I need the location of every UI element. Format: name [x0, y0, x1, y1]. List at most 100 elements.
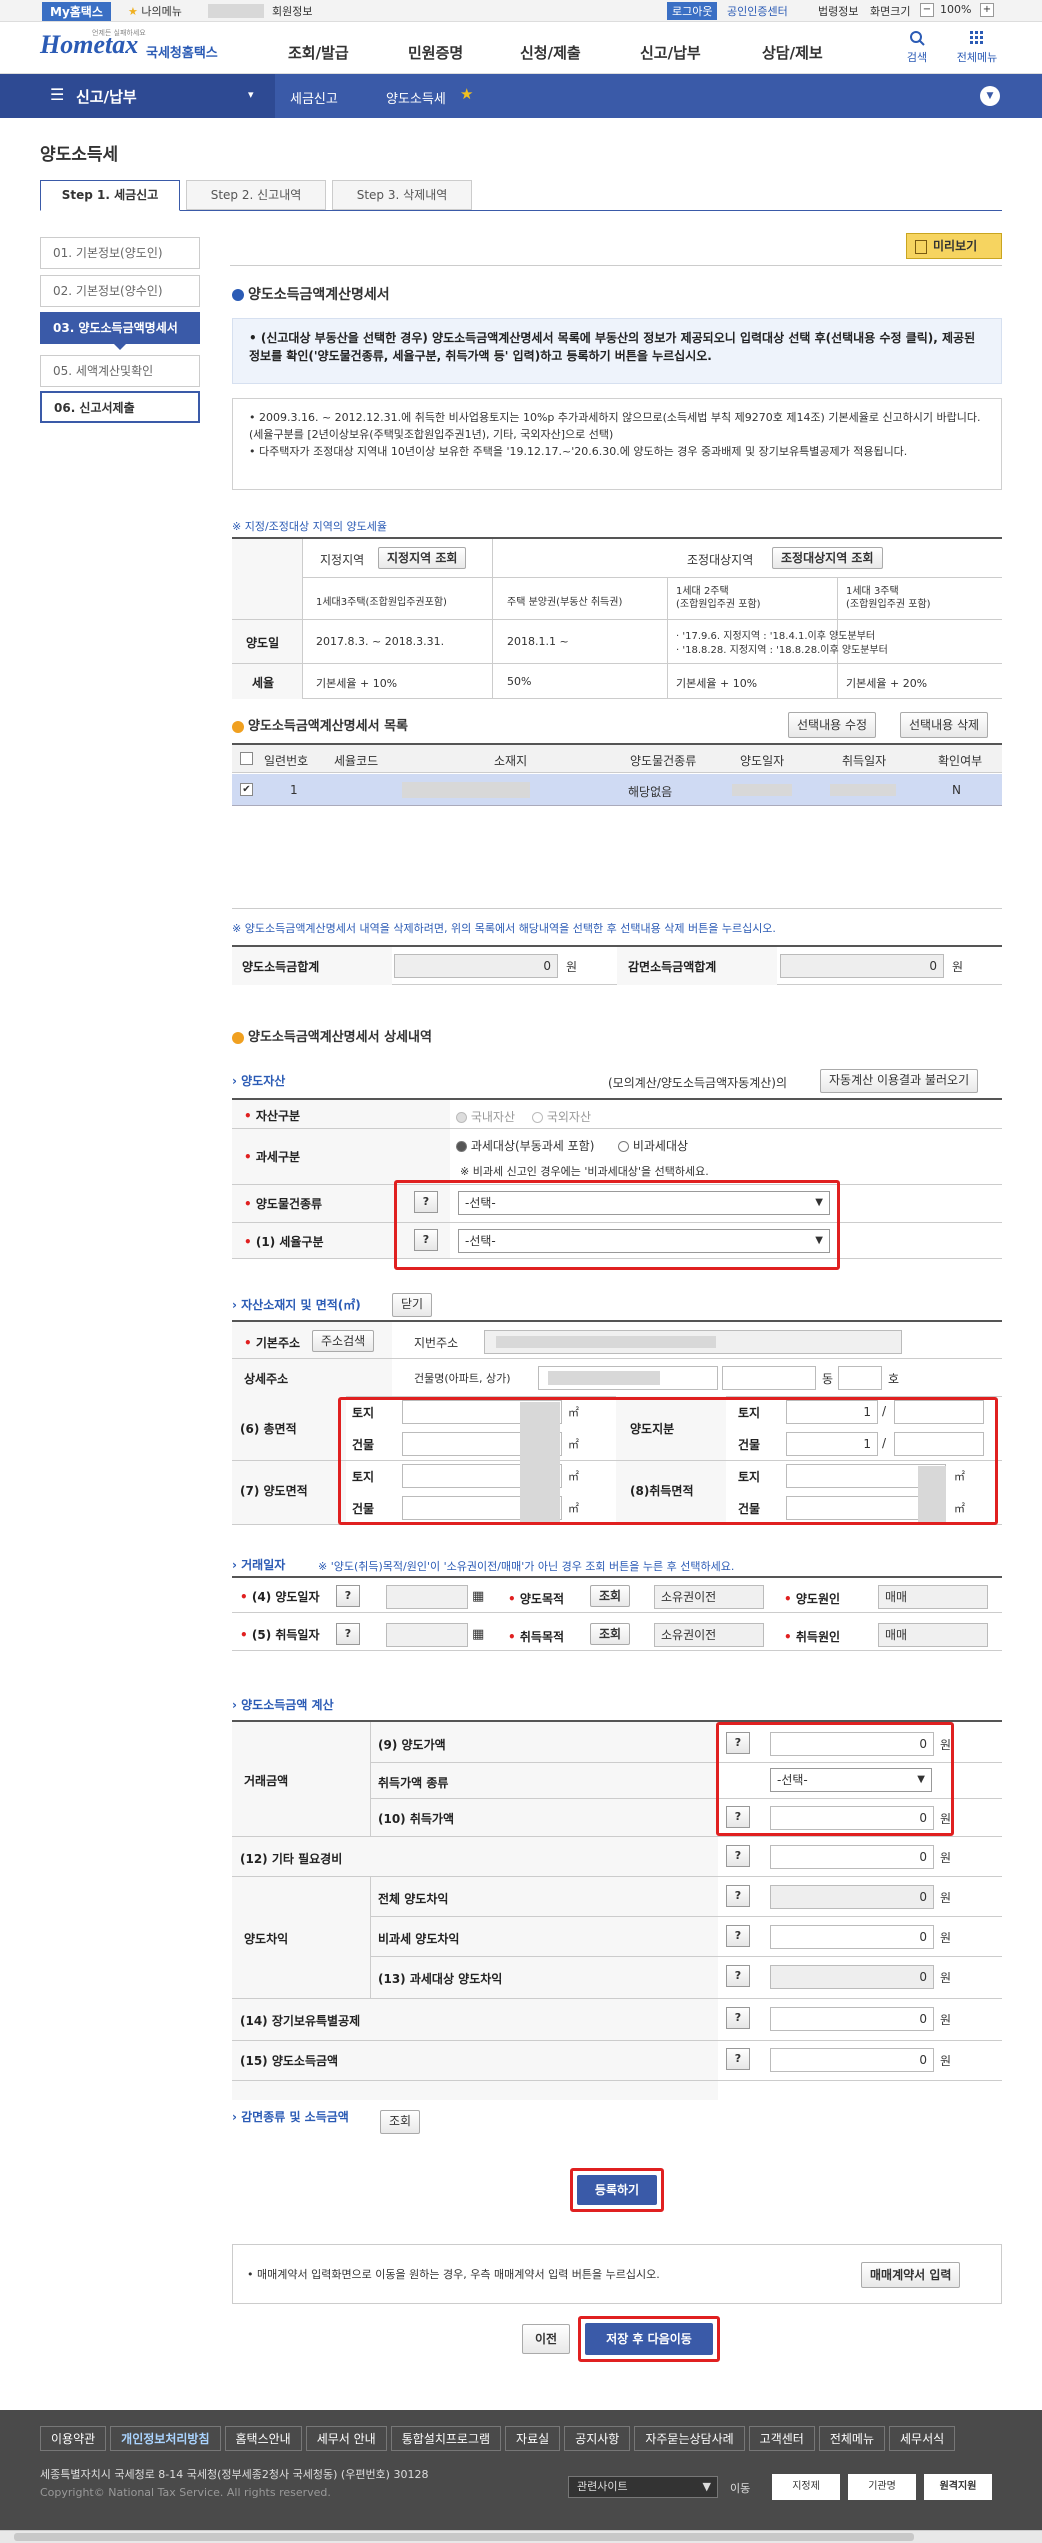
member-info-link[interactable]: 회원정보 — [272, 3, 312, 19]
sidebar-item-buyer[interactable]: 02. 기본정보(양수인) — [40, 275, 200, 307]
sidebar-item-submit[interactable]: 06. 신고서제출 — [40, 391, 200, 423]
footer-link[interactable]: 공지사항 — [564, 2426, 631, 2451]
preview-button[interactable]: 미리보기 — [906, 233, 1002, 259]
help-button[interactable]: ? — [336, 1623, 360, 1645]
footer-link[interactable]: 자주묻는상담사례 — [634, 2426, 745, 2451]
delete-selected-button[interactable]: 선택내용 삭제 — [900, 712, 989, 738]
mytax-button[interactable]: My홈택스 — [42, 2, 111, 21]
footer-link[interactable]: 통합설치프로그램 — [390, 2426, 502, 2451]
load-auto-calc-button[interactable]: 자동계산 이용결과 불러오기 — [820, 1069, 979, 1093]
top-utility-bar: My홈택스 ★ 나의메뉴 회원정보 로그아웃 공인인증센터 법령정보 화면크기 … — [0, 0, 1042, 22]
footer-link[interactable]: 고객센터 — [748, 2426, 815, 2451]
highlight-box — [394, 1180, 840, 1270]
scrollbar-thumb[interactable] — [14, 2533, 914, 2541]
zoom-value: 100% — [940, 3, 972, 16]
radio-non-taxable[interactable] — [618, 1141, 629, 1152]
help-button[interactable]: ? — [726, 1845, 750, 1867]
zoom-in-button[interactable]: + — [980, 3, 994, 17]
search-button[interactable]: 검색 — [902, 30, 932, 65]
date-blur — [732, 784, 792, 796]
help-button[interactable]: ? — [726, 1925, 750, 1947]
footer-link[interactable]: 세무서 안내 — [305, 2426, 387, 2451]
help-button[interactable]: ? — [336, 1585, 360, 1607]
property-kind-label: 양도물건종류 — [255, 1197, 323, 1211]
sidebar-item-seller[interactable]: 01. 기본정보(양도인) — [40, 237, 200, 269]
previous-button[interactable]: 이전 — [522, 2324, 571, 2354]
save-next-button[interactable]: 저장 후 다음이동 — [585, 2323, 713, 2355]
transfer-date-input[interactable] — [386, 1585, 468, 1609]
go-button[interactable]: 이동 — [730, 2480, 750, 2496]
law-info-link[interactable]: 법령정보 — [818, 3, 858, 19]
help-button[interactable]: ? — [726, 2007, 750, 2029]
table-row[interactable]: ✔ 1 해당없음 N — [232, 774, 1002, 806]
sum-label: 감면소득금액합계 — [628, 960, 717, 974]
menu-icon[interactable]: ☰ — [50, 85, 64, 104]
address-search-button[interactable]: 주소검색 — [312, 1330, 375, 1352]
related-site-select[interactable]: 관련사이트 ▼ — [568, 2476, 718, 2498]
radio-overseas[interactable] — [532, 1112, 543, 1123]
other-expense-input[interactable]: 0 — [770, 1845, 934, 1869]
long-term-deduction-input[interactable]: 0 — [770, 2007, 934, 2031]
footer-logo[interactable]: 지정제 — [772, 2474, 840, 2500]
select-all-checkbox[interactable] — [240, 752, 253, 765]
reduction-lookup-button[interactable]: 조회 — [380, 2110, 421, 2134]
edit-selected-button[interactable]: 선택내용 수정 — [788, 712, 877, 738]
menu-consult[interactable]: 상담/제보 — [762, 42, 823, 63]
transfer-purpose-lookup[interactable]: 조회 — [590, 1585, 631, 1607]
acquire-date-input[interactable] — [386, 1623, 468, 1647]
sidebar-item-tax-calc[interactable]: 05. 세액계산및확인 — [40, 355, 200, 387]
radio-domestic[interactable] — [456, 1112, 467, 1123]
designated-area-lookup-button[interactable]: 지정지역 조회 — [378, 547, 467, 569]
footer-link[interactable]: 세무서식 — [889, 2426, 956, 2451]
breadcrumb-section[interactable]: 신고/납부 — [76, 86, 137, 107]
contract-input-button[interactable]: 매매계약서 입력 — [861, 2262, 961, 2288]
transfer-purpose-value: 소유권이전 — [654, 1585, 764, 1609]
remote-support-button[interactable]: 원격지원 — [924, 2474, 992, 2500]
ho-input[interactable] — [838, 1366, 882, 1390]
zoom-label: 화면크기 — [870, 5, 911, 18]
horizontal-scrollbar[interactable] — [0, 2530, 1042, 2543]
footer-link[interactable]: 전체메뉴 — [818, 2426, 886, 2451]
cert-center-link[interactable]: 공인인증센터 — [727, 3, 788, 19]
acquire-purpose-lookup[interactable]: 조회 — [590, 1623, 631, 1645]
tab-step3[interactable]: Step 3. 삭제내역 — [332, 180, 472, 210]
help-button[interactable]: ? — [726, 1965, 750, 1987]
nav-expand-icon[interactable]: ▼ — [980, 86, 1000, 106]
acquire-price-label: (10) 취득가액 — [378, 1812, 455, 1826]
location-section-title: › 자산소재지 및 면적(㎡) — [232, 1298, 361, 1312]
register-button[interactable]: 등록하기 — [577, 2175, 657, 2205]
favorite-menu-link[interactable]: ★ 나의메뉴 — [128, 3, 182, 19]
tab-step2[interactable]: Step 2. 신고내역 — [186, 180, 326, 210]
help-button[interactable]: ? — [726, 2048, 750, 2070]
footer-link[interactable]: 자료실 — [505, 2426, 561, 2451]
all-menu-button[interactable]: 전체메뉴 — [952, 30, 1002, 65]
non-taxable-gain-input[interactable]: 0 — [770, 1925, 934, 1949]
breadcrumb-tax-report[interactable]: 세금신고 — [290, 88, 338, 107]
dong-input[interactable] — [722, 1366, 816, 1390]
breadcrumb-transfer-tax[interactable]: 양도소득세 — [386, 88, 446, 107]
adjusted-area-lookup-button[interactable]: 조정대상지역 조회 — [772, 547, 883, 569]
tax-rate-type-label: (1) 세율구분 — [255, 1235, 324, 1249]
footer-link-privacy[interactable]: 개인정보처리방침 — [110, 2426, 221, 2451]
favorite-star-icon[interactable]: ★ — [460, 85, 473, 103]
sidebar-item-statement[interactable]: 03. 양도소득금액명세서 — [40, 312, 200, 344]
calendar-icon[interactable]: ▦ — [472, 1627, 484, 1642]
radio-taxable[interactable] — [456, 1141, 467, 1152]
footer-link[interactable]: 이용약관 — [40, 2426, 107, 2451]
section-dropdown-icon[interactable]: ▾ — [248, 88, 254, 101]
row-checkbox[interactable]: ✔ — [240, 783, 253, 796]
transfer-income-input[interactable]: 0 — [770, 2048, 934, 2072]
help-button[interactable]: ? — [726, 1885, 750, 1907]
menu-inquiry[interactable]: 조회/발급 — [288, 42, 349, 63]
zoom-out-button[interactable]: − — [920, 3, 934, 17]
logout-button[interactable]: 로그아웃 — [667, 2, 718, 20]
menu-report[interactable]: 신고/납부 — [640, 42, 701, 63]
close-button[interactable]: 닫기 — [392, 1293, 433, 1317]
footer-logo[interactable]: 기관명 — [848, 2474, 916, 2500]
footer-link[interactable]: 홈택스안내 — [224, 2426, 302, 2451]
menu-certificate[interactable]: 민원증명 — [408, 42, 463, 63]
menu-apply[interactable]: 신청/제출 — [520, 42, 581, 63]
taxable-gain-label: (13) 과세대상 양도차익 — [378, 1972, 503, 1986]
tab-step1[interactable]: Step 1. 세금신고 — [40, 180, 180, 211]
calendar-icon[interactable]: ▦ — [472, 1589, 484, 1604]
